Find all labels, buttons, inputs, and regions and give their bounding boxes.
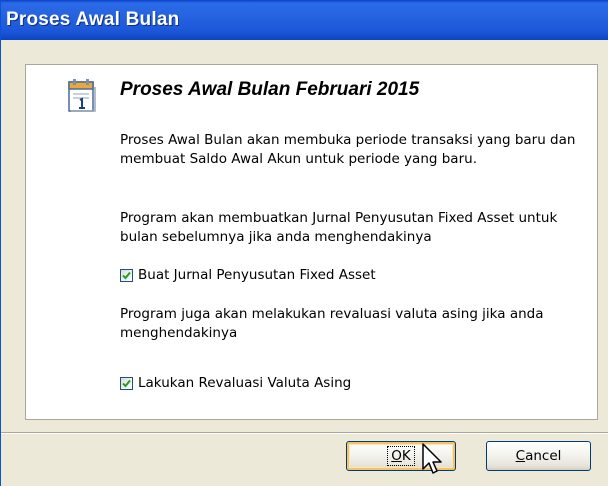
- checkmark-icon: [122, 379, 131, 387]
- content-panel: Proses Awal Bulan Februari 2015 Proses A…: [25, 64, 598, 420]
- revaluation-checkbox-row[interactable]: Lakukan Revaluasi Valuta Asing: [120, 373, 351, 393]
- cancel-button-label: Cancel: [515, 448, 562, 464]
- window-title: Proses Awal Bulan: [6, 9, 180, 30]
- depreciation-checkbox-label[interactable]: Buat Jurnal Penyusutan Fixed Asset: [138, 267, 376, 283]
- revaluation-checkbox-label[interactable]: Lakukan Revaluasi Valuta Asing: [138, 375, 351, 391]
- checkmark-icon: [122, 271, 131, 279]
- footer-separator: [1, 432, 608, 434]
- depreciation-checkbox[interactable]: [120, 268, 133, 282]
- title-bar[interactable]: Proses Awal Bulan: [1, 0, 608, 40]
- panel-heading: Proses Awal Bulan Februari 2015: [120, 79, 420, 100]
- revaluation-paragraph: Program juga akan melakukan revaluasi va…: [120, 306, 544, 341]
- cancel-button[interactable]: Cancel: [486, 441, 591, 471]
- depreciation-paragraph: Program akan membuatkan Jurnal Penyusuta…: [120, 210, 558, 245]
- calendar-document-icon: [68, 79, 96, 112]
- description-paragraph: Proses Awal Bulan akan membuka periode t…: [120, 132, 576, 167]
- mouse-pointer-icon: [422, 443, 442, 474]
- depreciation-checkbox-row[interactable]: Buat Jurnal Penyusutan Fixed Asset: [120, 265, 376, 285]
- dialog-window: Proses Awal Bulan Proses Awal Bulan Febr…: [0, 0, 608, 486]
- revaluation-checkbox[interactable]: [120, 376, 133, 390]
- ok-button-label: OK: [387, 446, 415, 466]
